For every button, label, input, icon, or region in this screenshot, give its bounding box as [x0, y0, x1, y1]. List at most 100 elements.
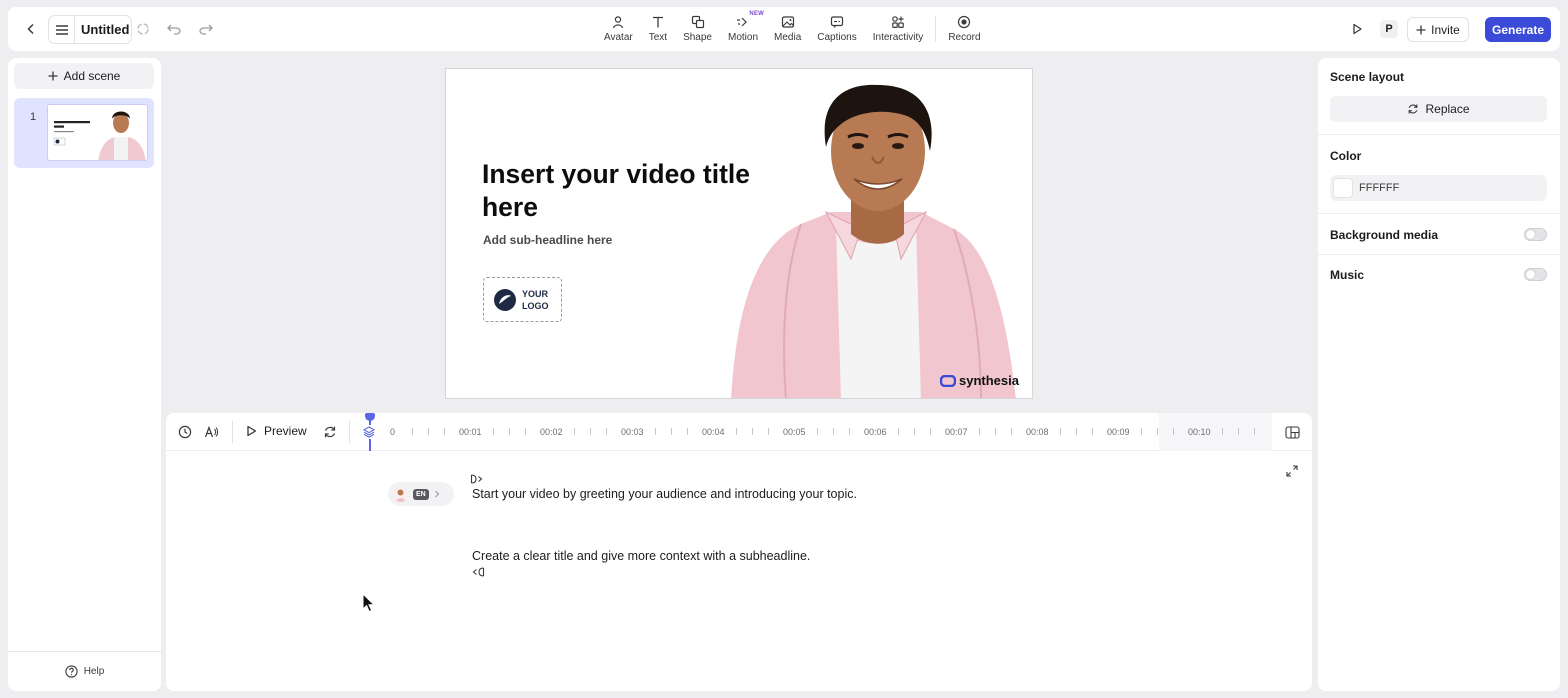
ruler-tick: [655, 428, 656, 435]
add-scene-button[interactable]: Add scene: [14, 63, 154, 89]
undo-button[interactable]: [165, 20, 183, 38]
voice-start-icon: [470, 474, 483, 484]
ruler-label: 00:05: [783, 427, 806, 437]
brand-name: synthesia: [959, 373, 1019, 388]
video-title[interactable]: Insert your video title here: [482, 158, 782, 224]
ruler-label: 00:01: [459, 427, 482, 437]
redo-icon: [199, 24, 213, 35]
ruler-tick: [914, 428, 915, 435]
ruler-label: 00:09: [1107, 427, 1130, 437]
toolbar: Avatar Text Shape NEW Motion Media Capti…: [596, 7, 989, 51]
menu-button[interactable]: [49, 16, 75, 43]
color-swatch[interactable]: [1333, 178, 1353, 198]
tool-text[interactable]: Text: [641, 7, 675, 51]
tool-shape[interactable]: Shape: [675, 7, 720, 51]
music-toggle[interactable]: [1524, 268, 1547, 281]
script-end-marker[interactable]: [470, 565, 486, 579]
ruler-tick: [525, 428, 526, 435]
ruler-label: 00:08: [1026, 427, 1049, 437]
ruler-tick: [1254, 428, 1255, 435]
tool-avatar[interactable]: Avatar: [596, 7, 641, 51]
redo-button[interactable]: [197, 20, 215, 38]
sync-status: [134, 20, 152, 38]
voice-text-icon: [204, 425, 218, 438]
play-icon: [247, 425, 257, 437]
ruler-label: 00:02: [540, 427, 563, 437]
tool-record[interactable]: Record: [940, 7, 988, 51]
script-start-marker[interactable]: [469, 472, 485, 486]
plus-icon: [1416, 25, 1426, 34]
voice-end-icon: [472, 567, 485, 577]
avatar-image[interactable]: [726, 69, 1033, 399]
ruler-tick: [979, 428, 980, 435]
ruler-label: 00:04: [702, 427, 725, 437]
layers-icon: [363, 426, 375, 438]
ruler-label: 00:03: [621, 427, 644, 437]
motion-icon: [737, 17, 747, 27]
panel-divider: [1318, 134, 1560, 135]
expand-script-button[interactable]: [1285, 464, 1299, 478]
video-subheadline[interactable]: Add sub-headline here: [483, 233, 612, 247]
layers-button[interactable]: [362, 425, 376, 439]
ruler-tick: [574, 428, 575, 435]
tool-interactivity[interactable]: Interactivity: [865, 7, 932, 51]
ruler-tick: [428, 428, 429, 435]
background-color-field[interactable]: FFFFFF: [1330, 175, 1547, 201]
chevron-left-icon: [27, 23, 34, 35]
voice-settings-button[interactable]: [203, 424, 219, 440]
ruler-tick: [1060, 428, 1061, 435]
background-media-toggle[interactable]: [1524, 228, 1547, 241]
ruler-tick: [736, 428, 737, 435]
timeline-view-button[interactable]: [1283, 424, 1301, 440]
avatar-thumbnail: [393, 486, 408, 502]
play-preview-button[interactable]: [1348, 20, 1366, 38]
logo-text-line2: LOGO: [522, 300, 549, 311]
replace-layout-button[interactable]: Replace: [1330, 96, 1547, 122]
loop-button[interactable]: [322, 424, 338, 440]
avatar-voice-selector[interactable]: EN: [388, 482, 454, 506]
tool-motion[interactable]: NEW Motion: [720, 7, 766, 51]
scene-card[interactable]: 1: [14, 98, 154, 168]
clock-icon: [178, 425, 192, 439]
mouse-cursor-icon: [362, 593, 376, 613]
background-media-label: Background media: [1330, 228, 1439, 242]
hamburger-icon: [55, 24, 68, 35]
ruler-tick: [509, 428, 510, 435]
ruler-tick: [412, 428, 413, 435]
ruler-tick: [833, 428, 834, 435]
user-avatar[interactable]: P: [1380, 20, 1398, 38]
top-bar: Untitled Avatar Text Shape NEW Motion Me…: [8, 7, 1560, 51]
back-button[interactable]: [22, 20, 40, 38]
panel-divider: [1318, 213, 1560, 214]
panel-divider: [1318, 254, 1560, 255]
logo-placeholder[interactable]: YOUR LOGO: [483, 277, 562, 322]
help-icon: [65, 665, 78, 678]
plus-icon: [48, 71, 58, 81]
ruler-label: 00:10: [1188, 427, 1211, 437]
scene-canvas[interactable]: Insert your video title here Add sub-hea…: [445, 68, 1033, 399]
generate-button[interactable]: Generate: [1485, 17, 1551, 42]
scene-layout-label: Scene layout: [1330, 70, 1405, 84]
invite-button[interactable]: Invite: [1407, 17, 1469, 42]
timing-button[interactable]: [177, 424, 193, 440]
toolbar-divider: [935, 16, 937, 42]
avatar-icon: [613, 16, 624, 29]
ruler-tick: [817, 428, 818, 435]
color-label: Color: [1330, 149, 1362, 163]
chevron-right-icon: [434, 490, 440, 498]
ruler-tick: [1173, 428, 1174, 435]
tool-captions[interactable]: Captions: [809, 7, 864, 51]
script-line-2[interactable]: Create a clear title and give more conte…: [472, 549, 810, 563]
document-title[interactable]: Untitled: [75, 22, 129, 37]
preview-button[interactable]: Preview: [246, 424, 307, 438]
script-line-1[interactable]: Start your video by greeting your audien…: [472, 487, 857, 501]
color-hex-value: FFFFFF: [1359, 182, 1400, 194]
help-button[interactable]: Help: [8, 651, 161, 691]
ruler-tick: [995, 428, 996, 435]
tool-media[interactable]: Media: [766, 7, 809, 51]
logo-mark-icon: [494, 288, 516, 311]
ruler-tick: [606, 428, 607, 435]
ruler-tick: [493, 428, 494, 435]
scene-thumbnail: [47, 104, 148, 161]
shape-icon: [691, 15, 704, 29]
